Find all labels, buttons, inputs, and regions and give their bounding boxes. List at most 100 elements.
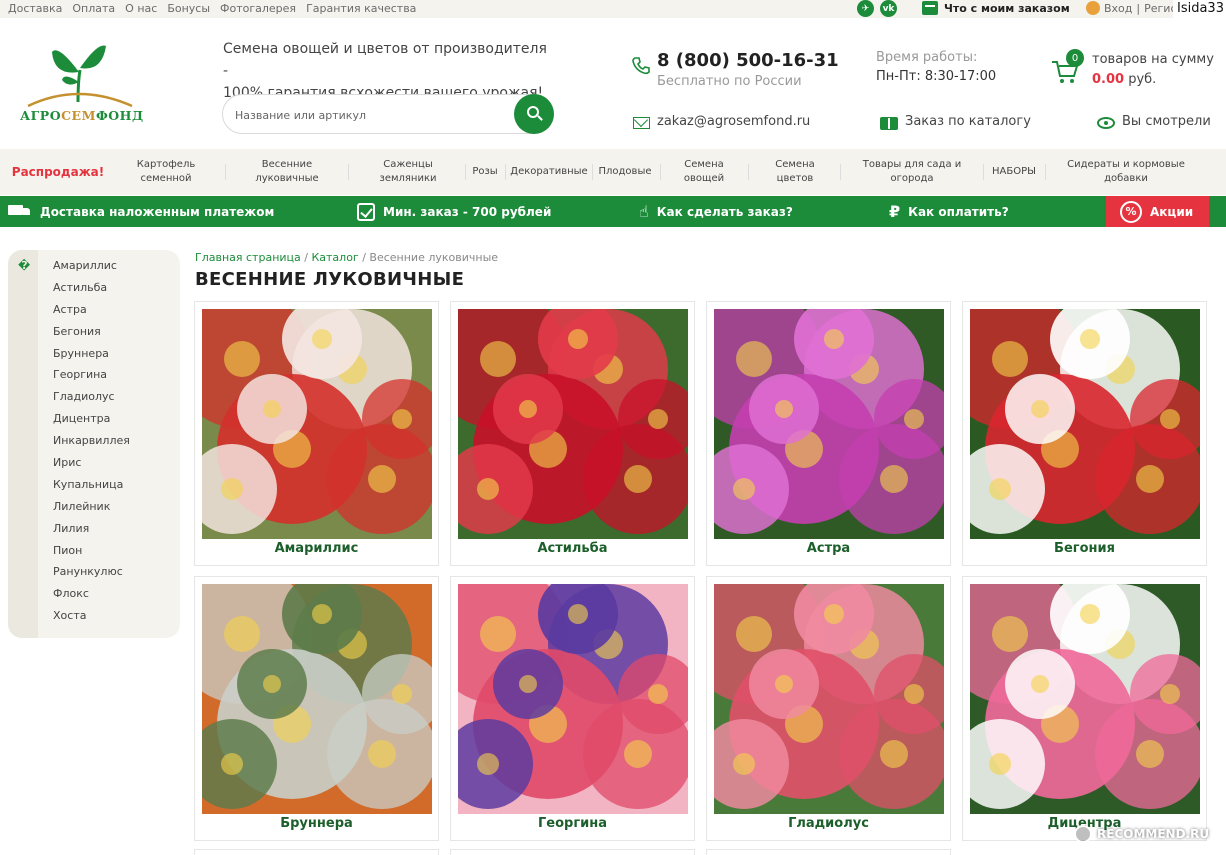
nav-label-line1: Семена — [775, 159, 815, 170]
product-image[interactable] — [458, 584, 688, 814]
product-card[interactable]: Бегония — [962, 301, 1207, 566]
sidebar-item[interactable]: Флокс — [53, 586, 130, 608]
sidebar-item[interactable]: Дицентра — [53, 411, 130, 433]
product-card[interactable]: Бруннера — [194, 576, 439, 841]
nav-sets[interactable]: НАБОРЫ — [987, 149, 1041, 195]
product-name[interactable]: Гладиолус — [707, 816, 950, 831]
product-name[interactable]: Бегония — [963, 541, 1206, 556]
product-card[interactable]: Амариллис — [194, 301, 439, 566]
nav-potato[interactable]: Картофель семенной — [118, 149, 214, 195]
product-name[interactable]: Бруннера — [195, 816, 438, 831]
nav-label-line2: луковичные — [255, 173, 319, 184]
watermark-text: RECOMMEND.RU — [1097, 827, 1210, 841]
logo-text-agro: АГРО — [20, 108, 62, 123]
link-about[interactable]: О нас — [125, 2, 157, 15]
nav-sale[interactable]: Распродажа! — [8, 149, 108, 195]
search-button[interactable] — [514, 94, 554, 134]
nav-separator — [983, 164, 984, 180]
nav-separator — [1045, 164, 1046, 180]
product-card[interactable]: Дицентра — [962, 576, 1207, 841]
link-quality-guarantee[interactable]: Гарантия качества — [306, 2, 416, 15]
category-sidebar: � Амариллис Астильба Астра Бегония Бруннера Г… — [8, 250, 180, 638]
nav-fruit[interactable]: Плодовые — [595, 149, 655, 195]
product-image[interactable] — [714, 309, 944, 539]
link-payment[interactable]: Оплата — [72, 2, 115, 15]
sidebar-item[interactable]: Астра — [53, 302, 130, 324]
utility-links: Доставка Оплата О нас Бонусы Фотогалерея… — [8, 2, 416, 15]
nav-label-line1: Весенние — [261, 159, 313, 170]
sidebar-item[interactable]: Амариллис — [53, 258, 130, 280]
nav-flower-seeds[interactable]: Семена цветов — [755, 149, 835, 195]
email-link[interactable]: zakaz@agrosemfond.ru — [657, 114, 810, 129]
nav-label-line2: земляники — [379, 173, 437, 184]
product-image[interactable] — [970, 309, 1200, 539]
sidebar-item[interactable]: Пион — [53, 543, 130, 565]
product-name[interactable]: Астильба — [451, 541, 694, 556]
product-image[interactable] — [714, 584, 944, 814]
product-name[interactable]: Георгина — [451, 816, 694, 831]
nav-decorative[interactable]: Декоративные — [508, 149, 590, 195]
product-card[interactable]: Астильба — [450, 301, 695, 566]
promotions-button[interactable]: % Акции — [1106, 196, 1209, 227]
nav-label-line1: Сидераты и кормовые — [1067, 159, 1185, 170]
product-image[interactable] — [970, 584, 1200, 814]
watermark: RECOMMEND.RU — [1074, 822, 1220, 846]
nav-roses[interactable]: Розы — [467, 149, 503, 195]
nav-vegetable-seeds[interactable]: Семена овощей — [665, 149, 743, 195]
min-order-info[interactable]: Мин. заказ - 700 рублей — [357, 196, 551, 227]
sidebar-item[interactable]: Лилейник — [53, 499, 130, 521]
sidebar-item[interactable]: Бегония — [53, 324, 130, 346]
sidebar-item[interactable]: Лилия — [53, 521, 130, 543]
sidebar-item[interactable]: Инкарвиллея — [53, 433, 130, 455]
recently-viewed-link[interactable]: Вы смотрели — [1122, 114, 1211, 129]
delivery-info-link[interactable]: Доставка наложенным платежом — [8, 196, 274, 227]
breadcrumb-separator: / — [300, 251, 312, 264]
sidebar-item[interactable]: Купальница — [53, 477, 130, 499]
package-icon — [922, 1, 938, 15]
product-card[interactable]: Гладиолус — [706, 576, 951, 841]
login-link[interactable]: Вход — [1104, 2, 1132, 15]
product-name[interactable]: Астра — [707, 541, 950, 556]
product-image[interactable] — [458, 309, 688, 539]
cart-count-badge: 0 — [1066, 49, 1084, 67]
breadcrumb-home[interactable]: Главная страница — [195, 251, 301, 264]
social-links: ✈ vk — [857, 0, 897, 17]
nav-garden-goods[interactable]: Товары для сада и огорода — [848, 149, 976, 195]
site-logo[interactable]: АГРОСЕМФОНД — [18, 42, 143, 132]
link-photogallery[interactable]: Фотогалерея — [220, 2, 296, 15]
sidebar-item[interactable]: Астильба — [53, 280, 130, 302]
nav-label-line1: Товары для сада и — [862, 159, 962, 170]
nav-separator — [225, 164, 226, 180]
nav-separator — [840, 164, 841, 180]
sidebar-item[interactable]: Хоста — [53, 608, 130, 630]
product-card[interactable]: Георгина — [450, 576, 695, 841]
order-status-link[interactable]: Что с моим заказом — [922, 1, 1070, 15]
sidebar-item[interactable]: Георгина — [53, 367, 130, 389]
telegram-icon[interactable]: ✈ — [857, 0, 874, 17]
product-name[interactable]: Амариллис — [195, 541, 438, 556]
how-to-order-link[interactable]: ☝ Как сделать заказ? — [639, 196, 793, 227]
link-bonuses[interactable]: Бонусы — [167, 2, 210, 15]
product-image[interactable] — [202, 584, 432, 814]
sidebar-item[interactable]: Гладиолус — [53, 389, 130, 411]
nav-separator — [465, 164, 466, 180]
vk-icon[interactable]: vk — [880, 0, 897, 17]
breadcrumb-catalog[interactable]: Каталог — [311, 251, 358, 264]
logo-wordmark: АГРОСЕМФОНД — [20, 108, 144, 123]
how-to-pay-link[interactable]: ₽ Как оплатить? — [889, 196, 1009, 227]
search-input[interactable] — [235, 105, 505, 125]
sidebar-item[interactable]: Ранункулюс — [53, 564, 130, 586]
product-image[interactable] — [202, 309, 432, 539]
nav-label-line1: Семена — [684, 159, 724, 170]
phone-number[interactable]: 8 (800) 500-16-31 — [657, 50, 839, 71]
link-delivery[interactable]: Доставка — [8, 2, 62, 15]
sidebar-item[interactable]: Ирис — [53, 455, 130, 477]
promotions-label: Акции — [1150, 204, 1194, 219]
nav-spring-bulbs[interactable]: Весенние луковичные — [233, 149, 341, 195]
product-card[interactable]: Астра — [706, 301, 951, 566]
nav-strawberry-seedlings[interactable]: Саженцы земляники — [354, 149, 462, 195]
nav-green-manure[interactable]: Сидераты и кормовые добавки — [1052, 149, 1200, 195]
truck-icon — [8, 204, 32, 219]
catalog-order-link[interactable]: Заказ по каталогу — [905, 114, 1031, 129]
sidebar-item[interactable]: Бруннера — [53, 346, 130, 368]
